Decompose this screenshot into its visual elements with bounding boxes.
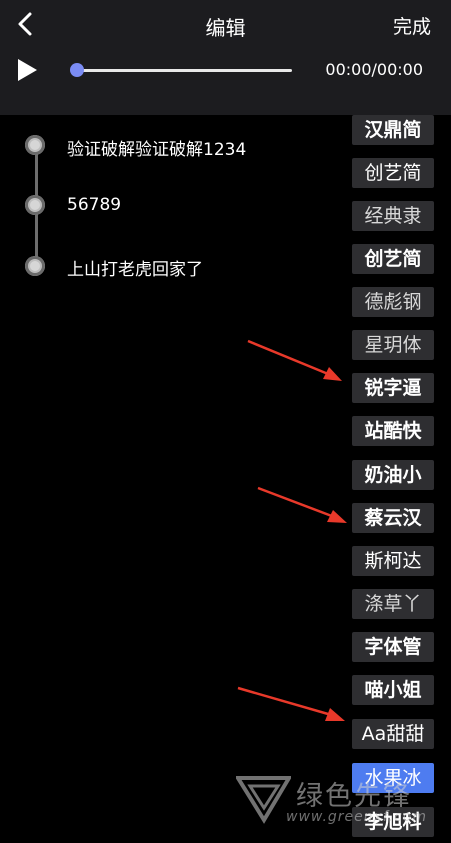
font-option-caiyunhan[interactable]: 蔡云汉 [352, 503, 434, 533]
annotation-arrow-icon [257, 486, 347, 523]
font-option-dicaoya[interactable]: 涤草丫 [352, 589, 434, 619]
lyric-line[interactable]: 验证破解验证破解1234 [67, 135, 246, 160]
font-list[interactable]: 汉鼎简 创艺简 经典隶 创艺简 德彪钢 星玥体 锐字逼 站酷快 奶油小 蔡云汉 … [347, 113, 439, 843]
font-option-debiaogang[interactable]: 德彪钢 [352, 287, 434, 317]
annotation-arrow-icon [237, 686, 345, 721]
font-option-ruizibi[interactable]: 锐字逼 [352, 373, 434, 403]
top-bar: 编辑 完成 00:00/00:00 [0, 0, 451, 115]
font-option-sikeda[interactable]: 斯柯达 [352, 546, 434, 576]
font-option-chuangyi[interactable]: 创艺简 [352, 158, 434, 188]
font-option-miaoxiaojie[interactable]: 喵小姐 [352, 675, 434, 705]
progress-thumb[interactable] [70, 63, 84, 77]
lyric-line[interactable]: 56789 [67, 195, 121, 215]
watermark-text: 绿色先锋 [296, 781, 412, 812]
timeline-node[interactable] [25, 135, 45, 155]
lyric-line[interactable]: 上山打老虎回家了 [67, 255, 203, 280]
done-button[interactable]: 完成 [393, 12, 431, 39]
font-option-naiyouxiao[interactable]: 奶油小 [352, 460, 434, 490]
font-option-zhankukuai[interactable]: 站酷快 [352, 416, 434, 446]
font-option-zitiguan[interactable]: 字体管 [352, 632, 434, 662]
timeline-node[interactable] [25, 195, 45, 215]
watermark-logo-icon [236, 776, 291, 824]
watermark-url: www.greenxf.com [286, 809, 427, 825]
font-option-jingdianli[interactable]: 经典隶 [352, 201, 434, 231]
time-display: 00:00/00:00 [325, 60, 423, 79]
progress-track[interactable] [76, 69, 292, 72]
page-title: 编辑 [205, 16, 246, 40]
font-option-xingyue[interactable]: 星玥体 [352, 330, 434, 360]
font-option-chuangyi-2[interactable]: 创艺简 [352, 244, 434, 274]
watermark: 绿色先锋 www.greenxf.com [236, 770, 451, 840]
timeline-node[interactable] [25, 256, 45, 276]
play-icon[interactable] [16, 58, 38, 82]
font-option-aatiantian[interactable]: Aa甜甜 [352, 719, 434, 749]
font-option-handing[interactable]: 汉鼎简 [352, 115, 434, 145]
annotation-arrow-icon [247, 339, 342, 381]
